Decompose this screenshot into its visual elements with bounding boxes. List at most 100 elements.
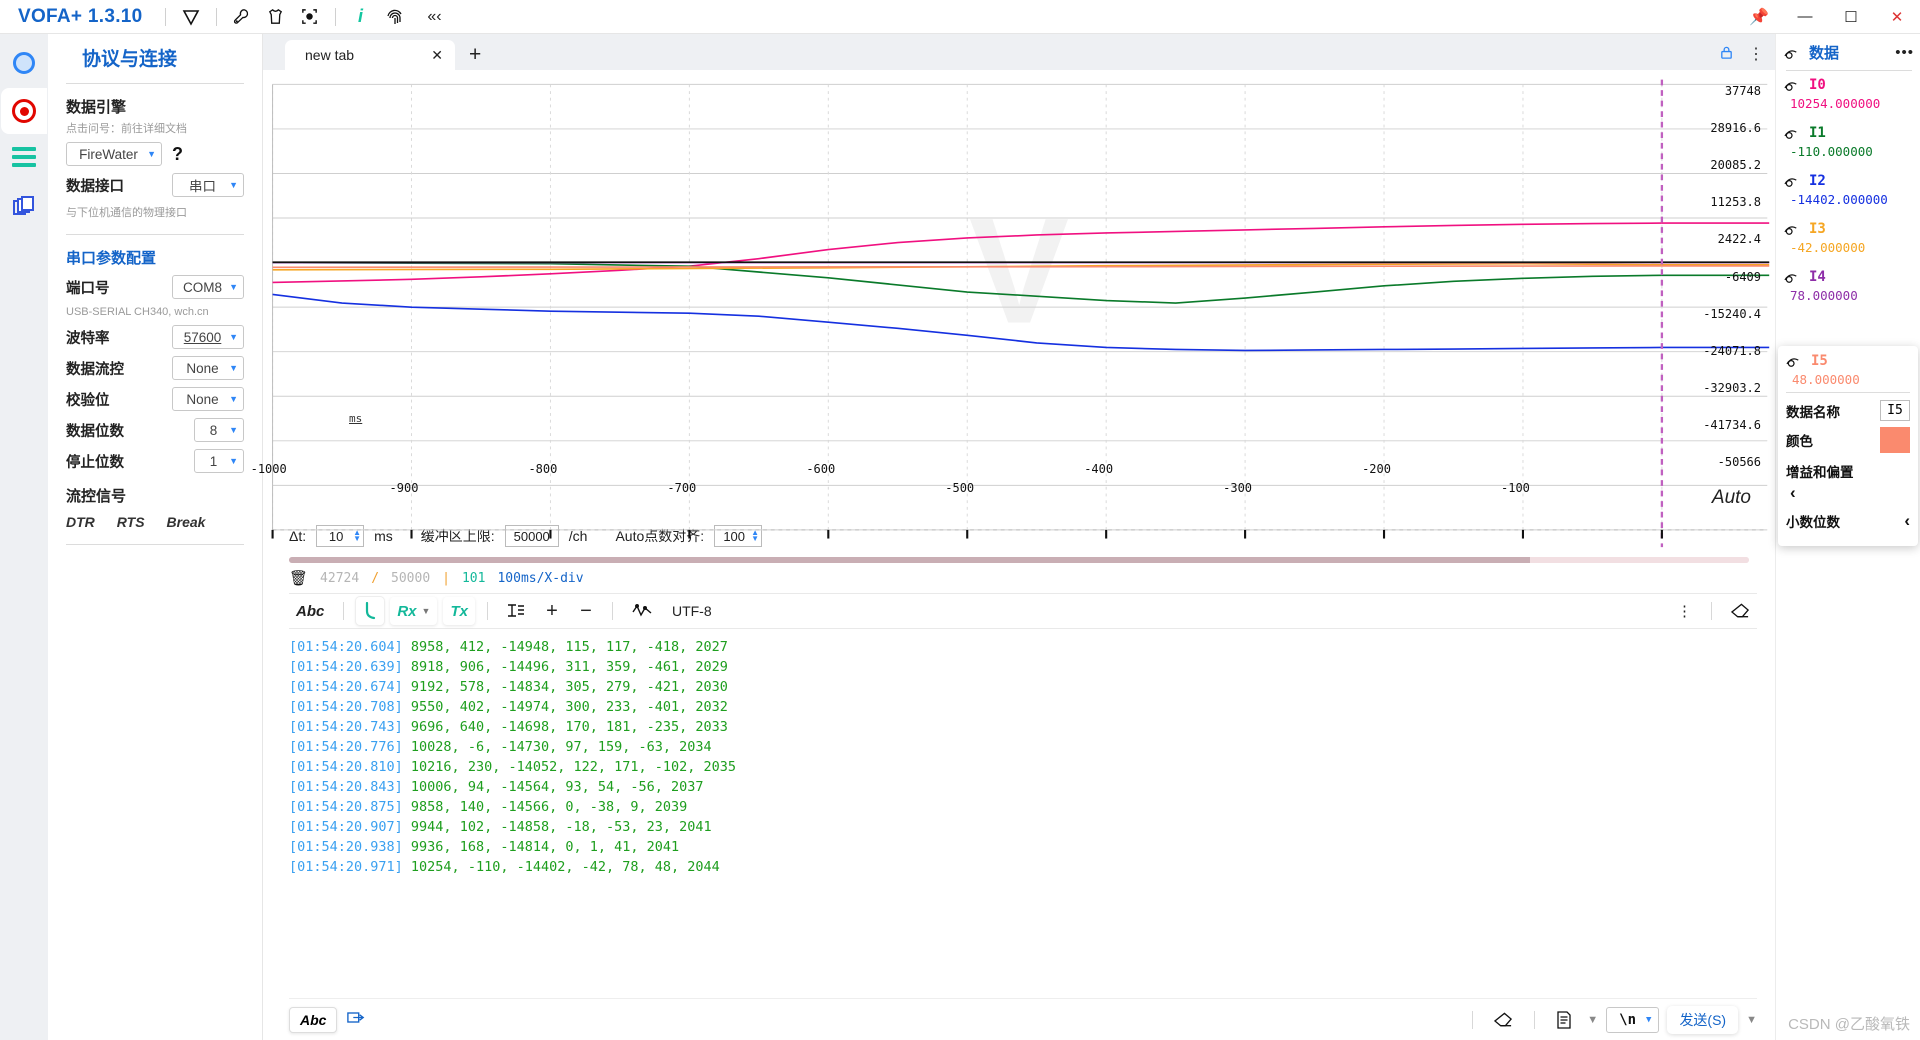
terminal-timestamp: [01:54:20.810] (289, 759, 411, 775)
wrench-icon[interactable] (225, 3, 259, 31)
chart-y-tick-label: -41734.6 (1703, 418, 1761, 433)
add-tab-button[interactable]: + (469, 43, 481, 67)
rail-item-windows[interactable] (1, 184, 47, 230)
eye-icon[interactable] (1784, 127, 1801, 139)
chart-y-tick-label: -6409 (1724, 269, 1761, 284)
tab-new-tab[interactable]: new tab ✕ (285, 40, 455, 70)
shirt-icon[interactable] (259, 3, 293, 31)
buffer-progress-bar[interactable] (289, 557, 1749, 563)
info-icon[interactable]: i (344, 3, 378, 31)
terminal-line: [01:54:20.843] 10006, 94, -14564, 93, 54… (289, 777, 1757, 797)
maximize-button[interactable]: ☐ (1828, 0, 1874, 34)
eye-icon[interactable] (1784, 271, 1801, 283)
chart-y-tick-label: 28916.6 (1710, 121, 1761, 136)
data-engine-select[interactable]: FireWater ▼ (66, 142, 162, 166)
popup-name-label: 数据名称 (1786, 404, 1840, 420)
channel-item[interactable]: I3 -42.000000 (1784, 221, 1914, 255)
divider (66, 234, 244, 235)
dtr-button[interactable]: DTR (66, 514, 95, 530)
lock-icon[interactable] (1719, 45, 1734, 63)
channel-item[interactable]: I0 10254.000000 (1784, 77, 1914, 111)
flowctl-select[interactable]: None ▼ (172, 356, 244, 380)
eye-icon[interactable] (1784, 79, 1801, 91)
tab-bar: new tab ✕ + ⋮ (263, 34, 1775, 70)
eye-icon[interactable] (1786, 355, 1803, 367)
buffer-progress-wrap (263, 555, 1775, 563)
close-icon[interactable]: ✕ (431, 47, 443, 64)
databits-select[interactable]: 8 ▼ (194, 418, 244, 442)
rail-item-connection[interactable] (1, 40, 47, 86)
eraser-icon[interactable] (1487, 1006, 1520, 1034)
popup-name-input[interactable]: I5 (1880, 400, 1910, 421)
terminal-values: 10254, -110, -14402, -42, 78, 48, 2044 (410, 859, 720, 875)
terminal-values: 9858, 140, -14566, 0, -38, 9, 2039 (410, 799, 688, 815)
logo-v-icon[interactable] (174, 3, 208, 31)
newline-select[interactable]: \n ▼ (1606, 1006, 1660, 1033)
flowctl-value: None (186, 360, 219, 376)
popup-name-row: 数据名称 I5 (1786, 400, 1910, 421)
channel-name: I2 (1809, 173, 1826, 189)
popup-decimals-chevron-icon[interactable]: ‹ (1904, 511, 1910, 531)
pin-button[interactable]: 📌 (1736, 0, 1782, 34)
terminal-timestamp: [01:54:20.907] (289, 819, 411, 835)
terminal-values: 10006, 94, -14564, 93, 54, -56, 2037 (410, 779, 704, 795)
chart-y-tick-label: 2422.4 (1717, 232, 1761, 247)
divider (66, 83, 244, 84)
terminal-output[interactable]: [01:54:20.604] 8958, 412, -14948, 115, 1… (289, 629, 1757, 998)
baud-select[interactable]: 57600 ▼ (172, 325, 244, 349)
data-interface-select[interactable]: 串口 ▼ (172, 173, 244, 197)
chevron-down-icon: ▼ (1646, 1014, 1652, 1025)
channel-value: -110.000000 (1790, 144, 1873, 159)
divider (1534, 1010, 1536, 1029)
databits-value: 8 (209, 422, 218, 438)
auto-scale-button[interactable]: Auto (1712, 487, 1751, 509)
target-icon[interactable] (293, 3, 327, 31)
popup-gain-chevron-icon[interactable]: ‹ (1790, 483, 1910, 503)
chart-x-tick-label: -600 (806, 462, 836, 477)
terminal-timestamp: [01:54:20.776] (289, 739, 411, 755)
channel-settings-popup[interactable]: I5 48.000000 数据名称 I5 颜色 增益和偏置 ‹ 小数位数 ‹ (1778, 346, 1918, 546)
terminal-line: [01:54:20.938] 9936, 168, -14814, 0, 1, … (289, 837, 1757, 857)
tab-menu-icon[interactable]: ⋮ (1748, 44, 1765, 64)
break-button[interactable]: Break (167, 514, 206, 530)
document-icon[interactable] (1549, 1006, 1579, 1034)
send-arrow-icon[interactable] (347, 1010, 365, 1030)
chart-area[interactable]: V 37748 28916.6 20085.2 11253.8 2422.4 -6409-… (251, 70, 1920, 548)
rts-button[interactable]: RTS (117, 514, 145, 530)
stopbits-value: 1 (209, 453, 218, 469)
rail-item-list[interactable] (1, 136, 47, 182)
divider (215, 7, 217, 26)
help-question-icon[interactable]: ? (172, 144, 183, 165)
document-chevron-icon[interactable]: ▼ (1587, 1014, 1598, 1026)
channel-item[interactable]: I4 78.000000 (1784, 269, 1914, 303)
terminal-timestamp: [01:54:20.938] (289, 839, 411, 855)
field-row-stopbits: 停止位数 1 ▼ (66, 449, 244, 473)
stopbits-select[interactable]: 1 ▼ (194, 449, 244, 473)
parity-select[interactable]: None ▼ (172, 387, 244, 411)
terminal-line: [01:54:20.875] 9858, 140, -14566, 0, -38… (289, 797, 1757, 817)
eye-icon[interactable] (1784, 47, 1801, 59)
terminal-line: [01:54:20.708] 9550, 402, -14974, 300, 2… (289, 697, 1757, 717)
data-panel-menu-icon[interactable]: ••• (1895, 44, 1914, 61)
popup-gain-label: 增益和偏置 (1786, 465, 1854, 480)
terminal-timestamp: [01:54:20.971] (289, 859, 411, 875)
channel-item[interactable]: I1 -110.000000 (1784, 125, 1914, 159)
chart-svg[interactable] (263, 70, 1775, 607)
close-button[interactable]: ✕ (1874, 0, 1920, 34)
send-chevron-icon[interactable]: ▼ (1746, 1014, 1757, 1026)
rail-item-record[interactable] (1, 88, 47, 134)
field-row-parity: 校验位 None ▼ (66, 387, 244, 411)
collapse-icon[interactable]: «‹ (418, 3, 452, 31)
fingerprint-icon[interactable] (378, 3, 412, 31)
port-select[interactable]: COM8 ▼ (172, 275, 244, 299)
terminal-values: 9936, 168, -14814, 0, 1, 41, 2041 (410, 839, 680, 855)
eye-icon[interactable] (1784, 175, 1801, 187)
send-button[interactable]: 发送(S) (1667, 1005, 1739, 1034)
eye-icon[interactable] (1784, 223, 1801, 235)
minimize-button[interactable]: — (1782, 0, 1828, 34)
channel-item[interactable]: I2 -14402.000000 (1784, 173, 1914, 207)
send-format-button[interactable]: Abc (289, 1006, 338, 1033)
popup-color-swatch[interactable] (1880, 427, 1910, 453)
chart-x-tick-label: -100 (1501, 481, 1530, 496)
left-sidebar: 协议与连接 数据引擎 点击问号：前往详细文档 FireWater ▼ ? 数据接… (48, 34, 263, 1040)
